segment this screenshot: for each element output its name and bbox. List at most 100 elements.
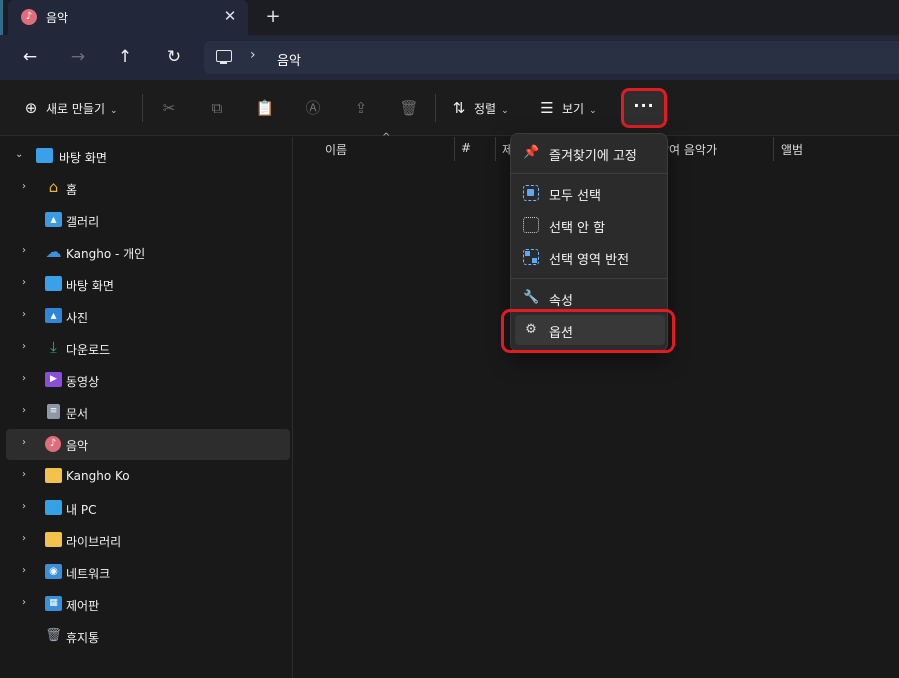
column-divider[interactable] xyxy=(495,137,496,161)
chevron-right-icon[interactable]: › xyxy=(22,341,26,352)
menu-item-label: 속성 xyxy=(549,294,573,309)
column-divider[interactable] xyxy=(454,137,455,161)
column-header-album[interactable]: 앨범 xyxy=(781,141,803,158)
sidebar-item-recycle-bin[interactable]: 🗑 휴지통 xyxy=(6,621,290,652)
folder-icon xyxy=(45,468,62,483)
cut-icon[interactable]: ✂ xyxy=(157,96,181,120)
cloud-icon: ☁ xyxy=(45,242,62,261)
sidebar-item-label: 휴지통 xyxy=(66,631,100,645)
sidebar-item-pictures[interactable]: › ▴ 사진 xyxy=(6,301,290,332)
back-button[interactable]: ← xyxy=(18,45,42,69)
tab-title: 음악 xyxy=(46,11,69,25)
chevron-right-icon[interactable]: › xyxy=(22,437,26,448)
control-panel-icon: ▦ xyxy=(45,596,62,611)
chevron-right-icon[interactable]: › xyxy=(22,533,26,544)
paste-icon[interactable]: 📋 xyxy=(253,96,277,120)
sidebar-item-network[interactable]: › ◉ 네트워크 xyxy=(6,557,290,588)
document-icon: ≡ xyxy=(47,404,60,419)
sidebar-item-label: 갤러리 xyxy=(66,215,100,229)
desktop-icon xyxy=(36,148,53,163)
sidebar-item-label: 제어판 xyxy=(66,599,100,613)
sidebar-item-home[interactable]: › ⌂ 홈 xyxy=(6,173,290,204)
chevron-right-icon[interactable]: › xyxy=(22,245,26,256)
chevron-right-icon[interactable]: › xyxy=(22,309,26,320)
breadcrumb-separator[interactable]: › xyxy=(250,47,256,63)
sidebar-item-libraries[interactable]: › 라이브러리 xyxy=(6,525,290,556)
menu-item-invert-selection[interactable]: 선택 영역 반전 xyxy=(515,242,665,272)
see-more-button[interactable]: ··· xyxy=(621,88,667,128)
chevron-right-icon[interactable]: › xyxy=(22,373,26,384)
sidebar-item-this-pc[interactable]: › 내 PC xyxy=(6,493,290,524)
new-label: 새로 만들기 xyxy=(46,102,106,116)
view-list-icon: ☰ xyxy=(540,99,554,117)
sidebar-item-label: 네트워크 xyxy=(66,567,111,581)
sidebar-item-videos[interactable]: › ▶ 동영상 xyxy=(6,365,290,396)
plus-circle-icon: ⊕ xyxy=(24,99,38,117)
sidebar-item-documents[interactable]: › ≡ 문서 xyxy=(6,397,290,428)
column-divider[interactable] xyxy=(773,137,774,161)
new-tab-button[interactable]: + xyxy=(262,6,284,28)
computer-icon xyxy=(216,50,232,64)
chevron-right-icon[interactable]: › xyxy=(22,565,26,576)
delete-icon[interactable]: 🗑 xyxy=(397,96,421,120)
chevron-right-icon[interactable]: › xyxy=(22,277,26,288)
chevron-right-icon[interactable]: › xyxy=(22,501,26,512)
navigation-pane: ⌄ 바탕 화면 › ⌂ 홈 ▴ 갤러리 › ☁ Kangho - 개인 › 바탕… xyxy=(0,137,293,678)
pc-icon xyxy=(45,500,62,515)
sidebar-item-gallery[interactable]: ▴ 갤러리 xyxy=(6,205,290,236)
sidebar-item-user-folder[interactable]: › Kangho Ko xyxy=(6,461,290,492)
sidebar-item-music[interactable]: › ♪ 음악 xyxy=(6,429,290,460)
sidebar-item-downloads[interactable]: › ⤓ 다운로드 xyxy=(6,333,290,364)
expanded-chevron-icon[interactable]: ⌄ xyxy=(15,149,23,160)
chevron-right-icon[interactable]: › xyxy=(22,597,26,608)
sidebar-item-desktop-root[interactable]: ⌄ 바탕 화면 xyxy=(6,141,290,172)
column-header-name[interactable]: 이름 xyxy=(325,141,347,158)
tab-music[interactable]: ♪ 음악 ✕ xyxy=(8,0,248,35)
download-icon: ⤓ xyxy=(50,338,57,356)
toolbar-divider xyxy=(142,94,143,122)
up-button[interactable]: ↑ xyxy=(113,45,137,69)
sidebar-item-desktop[interactable]: › 바탕 화면 xyxy=(6,269,290,300)
sidebar-item-label: Kangho Ko xyxy=(66,469,130,483)
sort-button[interactable]: ⇅ 정렬 ⌄ xyxy=(450,96,509,120)
sidebar-item-onedrive[interactable]: › ☁ Kangho - 개인 xyxy=(6,237,290,268)
column-header-number[interactable]: # xyxy=(461,141,471,155)
sidebar-item-label: 문서 xyxy=(66,407,89,421)
menu-item-label: 선택 영역 반전 xyxy=(549,253,630,268)
rename-icon[interactable]: Ⓐ xyxy=(301,96,325,120)
close-tab-icon[interactable]: ✕ xyxy=(220,6,240,26)
sort-icon: ⇅ xyxy=(452,99,466,117)
pin-icon: 📌 xyxy=(523,145,540,160)
toolbar-divider xyxy=(435,94,436,122)
select-none-icon xyxy=(523,217,539,233)
forward-button[interactable]: → xyxy=(66,45,90,69)
recycle-bin-icon: 🗑 xyxy=(45,628,62,643)
chevron-right-icon[interactable]: › xyxy=(22,181,26,192)
menu-item-pin-to-quick-access[interactable]: 📌 즐겨찾기에 고정 xyxy=(515,138,665,168)
chevron-right-icon[interactable]: › xyxy=(22,405,26,416)
menu-item-select-none[interactable]: 선택 안 함 xyxy=(515,210,665,240)
share-icon[interactable]: ⇪ xyxy=(349,96,373,120)
sidebar-item-label: Kangho - 개인 xyxy=(66,247,146,261)
navigation-bar: ← → ↑ ↻ › 음악 xyxy=(0,35,899,80)
menu-item-select-all[interactable]: 모두 선택 xyxy=(515,178,665,208)
select-all-icon xyxy=(523,185,539,201)
menu-item-label: 선택 안 함 xyxy=(549,221,606,236)
sidebar-item-control-panel[interactable]: › ▦ 제어판 xyxy=(6,589,290,620)
title-bar: ♪ 음악 ✕ + xyxy=(0,0,899,35)
home-icon: ⌂ xyxy=(48,178,59,196)
video-icon: ▶ xyxy=(45,372,62,387)
breadcrumb-music[interactable]: 음악 xyxy=(277,50,301,69)
network-icon: ◉ xyxy=(45,564,62,579)
refresh-button[interactable]: ↻ xyxy=(162,45,186,69)
new-button[interactable]: ⊕ 새로 만들기 ⌄ xyxy=(22,96,118,120)
chevron-right-icon[interactable]: › xyxy=(22,469,26,480)
sidebar-item-label: 홈 xyxy=(66,183,78,197)
sidebar-item-label: 사진 xyxy=(66,311,89,325)
view-label: 보기 xyxy=(562,102,585,116)
address-bar[interactable]: › 음악 xyxy=(204,41,899,74)
view-button[interactable]: ☰ 보기 ⌄ xyxy=(538,96,596,120)
music-icon: ♪ xyxy=(21,9,37,25)
copy-icon[interactable]: ⧉ xyxy=(205,96,229,120)
command-bar: ⊕ 새로 만들기 ⌄ ✂ ⧉ 📋 Ⓐ ⇪ 🗑 ⇅ 정렬 ⌄ ☰ 보기 ⌄ ··· xyxy=(0,80,899,136)
